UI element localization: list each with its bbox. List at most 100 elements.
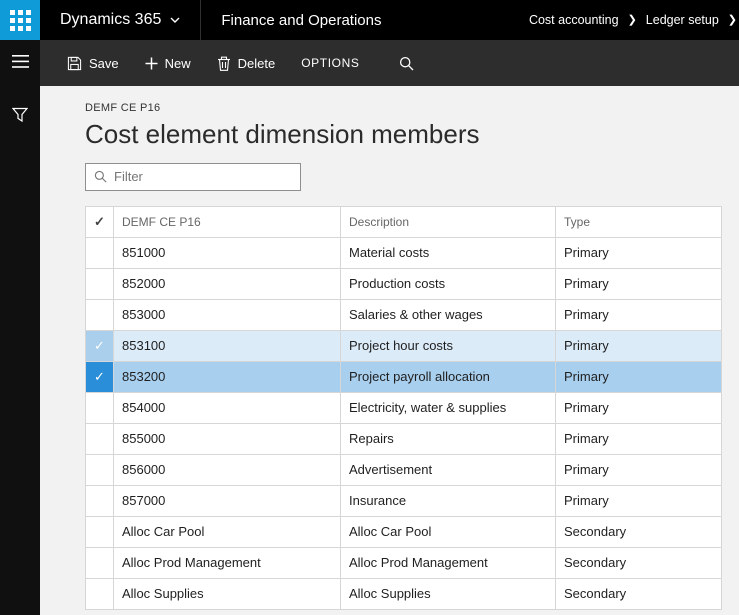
row-code-cell: Alloc Car Pool [114, 516, 341, 547]
page-title: Cost element dimension members [85, 119, 480, 149]
row-description-cell: Advertisement [341, 454, 556, 485]
row-type-cell: Secondary [564, 524, 627, 540]
row-type-cell: Primary [564, 245, 609, 261]
row-description-cell: Electricity, water & supplies [341, 392, 556, 423]
row-description-cell: Repairs [341, 423, 556, 454]
main-content: DEMF CE P16 Cost element dimension membe… [40, 86, 739, 615]
row-code-cell: Alloc Prod Management [114, 547, 341, 578]
row-type-cell: Primary [564, 431, 609, 447]
row-select-checkbox[interactable] [86, 485, 114, 516]
row-select-checkbox[interactable] [86, 237, 114, 268]
left-sidebar [0, 40, 40, 615]
search-icon [400, 56, 414, 70]
table-row[interactable]: 854000 Electricity, water & supplies Prima… [86, 391, 721, 423]
column-header-description[interactable]: Description [341, 206, 556, 237]
funnel-icon [11, 107, 29, 123]
app-name[interactable]: Finance and Operations [201, 0, 401, 40]
column-header-code[interactable]: DEMF CE P16 [114, 206, 341, 237]
record-id-caption: DEMF CE P16 [85, 102, 161, 114]
table-row[interactable]: 853000 Salaries & other wages Primary [86, 298, 721, 330]
table-row[interactable]: ✓ 853200 Project payroll allocation Primary [86, 360, 721, 392]
chevron-right-icon: ❯ [727, 13, 737, 26]
new-button[interactable]: New [132, 40, 204, 86]
row-type-cell: Secondary [564, 555, 627, 571]
table-row[interactable]: 852000 Production costs Primary [86, 267, 721, 299]
row-select-checkbox[interactable] [86, 454, 114, 485]
filter-input[interactable] [114, 169, 292, 185]
row-description-cell: Project hour costs [341, 330, 556, 361]
row-code-cell: 856000 [114, 454, 341, 485]
row-type-cell: Primary [564, 276, 609, 292]
actionbar-search-button[interactable] [386, 40, 427, 86]
trash-icon [217, 56, 230, 71]
table-row[interactable]: 857000 Insurance Primary [86, 484, 721, 516]
row-select-checkbox[interactable] [86, 392, 114, 423]
cost-elements-grid: ✓ DEMF CE P16 Description Type 851000 Mat… [85, 205, 722, 610]
row-type-cell: Primary [564, 369, 609, 385]
row-code-cell: Alloc Supplies [114, 578, 341, 609]
dynamics-365-menu[interactable]: Dynamics 365 [40, 0, 200, 40]
table-row[interactable]: Alloc Car Pool Alloc Car Pool Secondary [86, 515, 721, 547]
save-button[interactable]: Save [54, 40, 132, 86]
save-button-label: Save [89, 55, 119, 71]
row-description-cell: Material costs [341, 237, 556, 268]
filter-box [85, 162, 301, 191]
row-type-cell: Primary [564, 307, 609, 323]
row-code-cell: 855000 [114, 423, 341, 454]
row-description-cell: Production costs [341, 268, 556, 299]
row-description-cell: Alloc Car Pool [341, 516, 556, 547]
hamburger-menu-button[interactable] [11, 55, 29, 71]
plus-icon [145, 57, 158, 69]
table-row[interactable]: 856000 Advertisement Primary [86, 453, 721, 485]
row-code-cell: 852000 [114, 268, 341, 299]
chevron-down-icon [170, 17, 180, 23]
save-icon [67, 56, 82, 70]
filter-pane-button[interactable] [11, 107, 29, 126]
table-row[interactable]: ✓ 853100 Project hour costs Primary [86, 329, 721, 361]
row-code-cell: 853100 [114, 330, 341, 361]
row-select-checkbox[interactable] [86, 423, 114, 454]
new-button-label: New [164, 55, 191, 71]
delete-button[interactable]: Delete [204, 40, 289, 86]
product-name: Dynamics 365 [60, 11, 162, 28]
breadcrumb-cost-accounting[interactable]: Cost accounting [529, 13, 619, 27]
row-code-cell: 853200 [114, 361, 341, 392]
waffle-icon [9, 9, 31, 31]
row-description-cell: Project payroll allocation [341, 361, 556, 392]
row-select-checkbox[interactable]: ✓ [86, 361, 114, 392]
table-row[interactable]: Alloc Supplies Alloc Supplies Secondary [86, 577, 721, 609]
row-select-checkbox[interactable] [86, 547, 114, 578]
column-header-type[interactable]: Type [556, 207, 721, 237]
row-select-checkbox[interactable] [86, 516, 114, 547]
row-code-cell: 851000 [114, 237, 341, 268]
grid-header-row: ✓ DEMF CE P16 Description Type [86, 206, 721, 237]
delete-button-label: Delete [237, 55, 276, 71]
row-select-checkbox[interactable] [86, 299, 114, 330]
row-description-cell: Salaries & other wages [341, 299, 556, 330]
hamburger-icon [11, 55, 29, 68]
row-code-cell: 853000 [114, 299, 341, 330]
action-bar: Save New Delete OPTIONS [40, 40, 739, 86]
options-button[interactable]: OPTIONS [288, 40, 372, 86]
table-row[interactable]: Alloc Prod Management Alloc Prod Manageme… [86, 546, 721, 578]
check-icon: ✓ [94, 213, 105, 229]
top-nav-bar: Dynamics 365 Finance and Operations Cost… [0, 0, 739, 40]
row-code-cell: 854000 [114, 392, 341, 423]
table-body: 851000 Material costs Primary 852000 Product… [86, 236, 721, 609]
row-type-cell: Primary [564, 338, 609, 354]
row-type-cell: Primary [564, 462, 609, 478]
row-code-cell: 857000 [114, 485, 341, 516]
row-description-cell: Insurance [341, 485, 556, 516]
row-select-checkbox[interactable] [86, 578, 114, 609]
row-select-checkbox[interactable] [86, 268, 114, 299]
row-description-cell: Alloc Supplies [341, 578, 556, 609]
breadcrumb-ledger-setup[interactable]: Ledger setup [646, 13, 719, 27]
row-select-checkbox[interactable]: ✓ [86, 330, 114, 361]
app-launcher-button[interactable] [0, 0, 40, 40]
options-button-label: OPTIONS [301, 56, 360, 70]
table-row[interactable]: 851000 Material costs Primary [86, 236, 721, 268]
check-icon: ✓ [94, 338, 105, 354]
search-icon [94, 171, 107, 183]
select-all-checkbox[interactable]: ✓ [86, 206, 114, 237]
table-row[interactable]: 855000 Repairs Primary [86, 422, 721, 454]
